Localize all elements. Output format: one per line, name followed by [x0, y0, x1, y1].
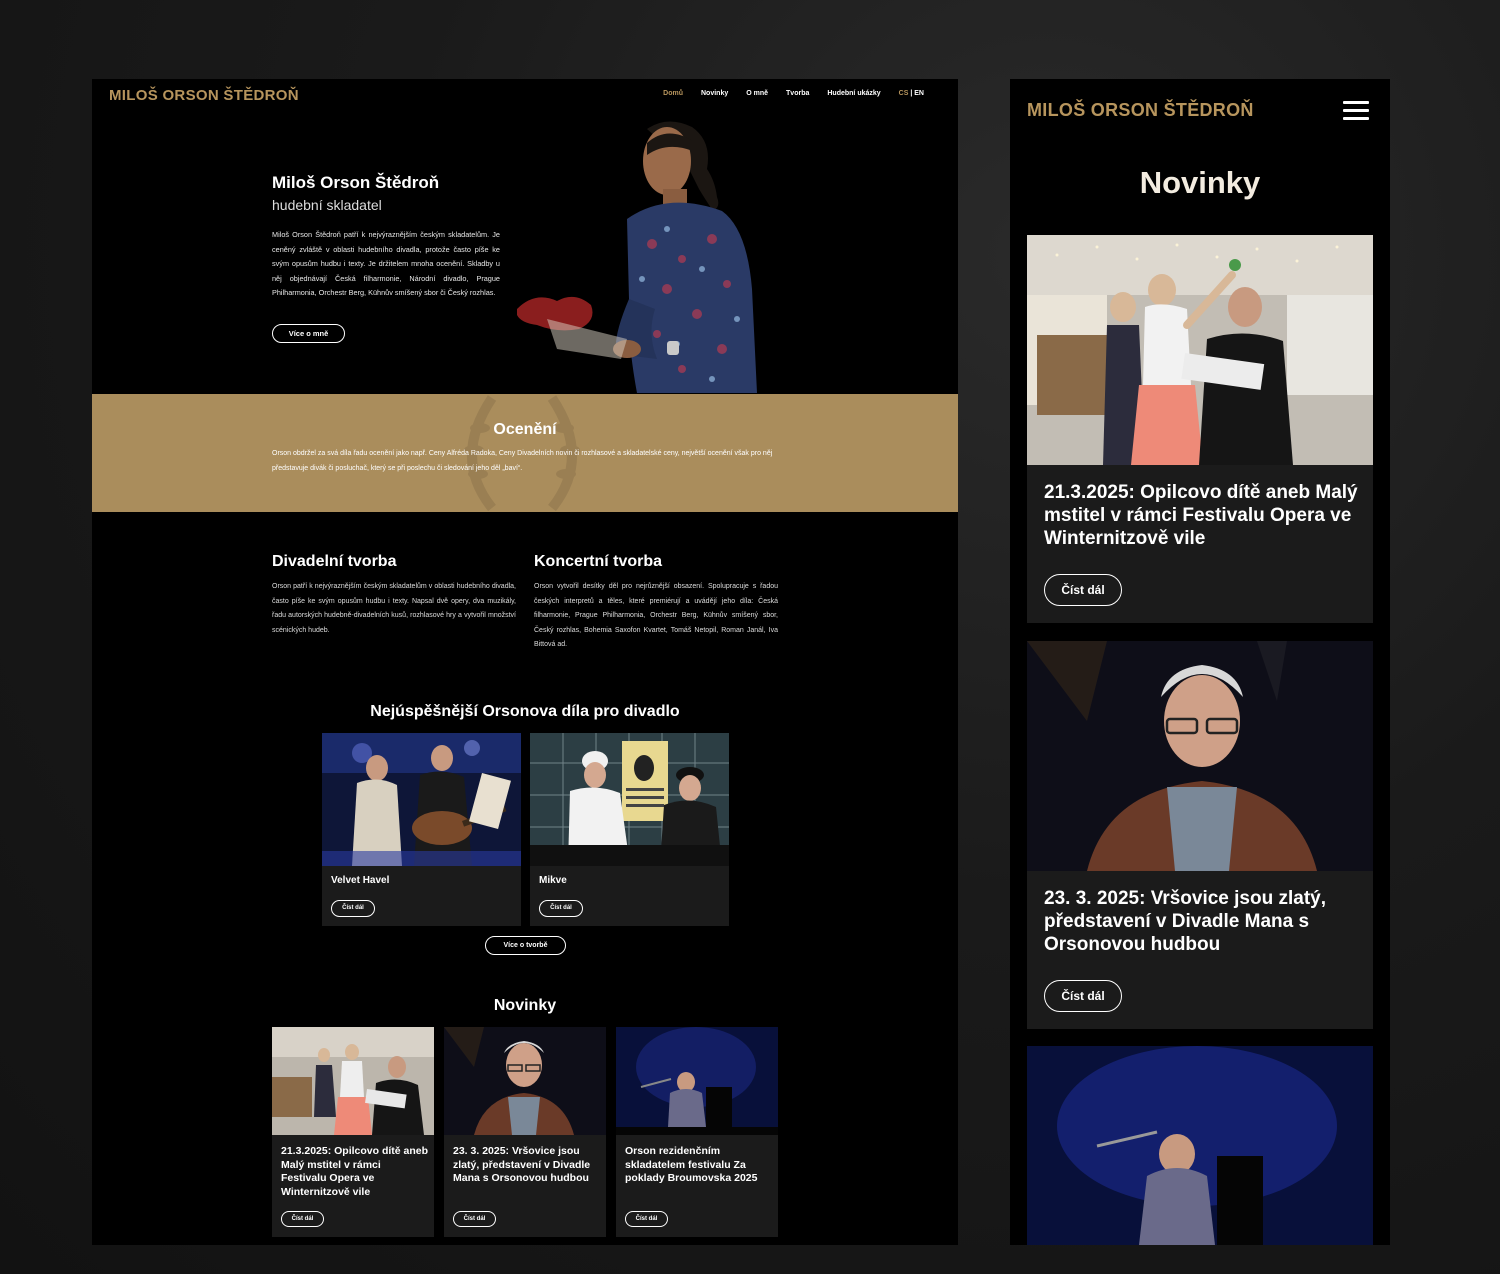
- main-nav: Domů Novinky O mně Tvorba Hudební ukázky…: [663, 90, 924, 97]
- nav-item-works[interactable]: Tvorba: [786, 90, 809, 97]
- nav-item-music-samples[interactable]: Hudební ukázky: [827, 90, 880, 97]
- read-more-button[interactable]: Číst dál: [453, 1211, 496, 1227]
- theatre-work-title: Divadelní tvorba: [272, 553, 397, 570]
- site-logo[interactable]: MILOŠ ORSON ŠTĚDROŇ: [1027, 100, 1254, 121]
- nav-item-about[interactable]: O mně: [746, 90, 768, 97]
- work-image-mikve: [530, 733, 729, 866]
- hero-portrait-image: [517, 119, 787, 393]
- news-card: 21.3.2025: Opilcovo dítě aneb Malý mstit…: [1027, 235, 1373, 623]
- award-text: Orson obdržel za svá díla řadu ocenění j…: [272, 450, 773, 472]
- news-card: 23. 3. 2025: Vršovice jsou zlatý, předst…: [1027, 641, 1373, 1029]
- news-title: 23. 3. 2025: Vršovice jsou zlatý, předst…: [453, 1145, 591, 1184]
- news-image-vrsovice: [444, 1027, 606, 1135]
- lang-cs-link[interactable]: CS: [899, 90, 909, 97]
- news-image-broumovsko: [1027, 1046, 1373, 1245]
- news-card: 21.3.2025: Opilcovo dítě aneb Malý mstit…: [272, 1027, 434, 1237]
- read-more-button[interactable]: Číst dál: [539, 900, 583, 917]
- theatre-work-text: Orson patří k nejvýraznějším českým skla…: [272, 583, 516, 634]
- concert-work-text: Orson vytvořil desítky děl pro nejrůzněj…: [534, 583, 778, 649]
- news-image-festival: [272, 1027, 434, 1135]
- news-title: Orson rezidenčním skladatelem festivalu …: [625, 1145, 758, 1184]
- read-more-button[interactable]: Číst dál: [625, 1211, 668, 1227]
- hero-name: Miloš Orson Štědroň: [272, 173, 440, 192]
- read-more-button[interactable]: Číst dál: [331, 900, 375, 917]
- news-title: 21.3.2025: Opilcovo dítě aneb Malý mstit…: [281, 1145, 429, 1198]
- more-works-button[interactable]: Více o tvorbě: [485, 936, 566, 955]
- read-more-button[interactable]: Číst dál: [281, 1211, 324, 1227]
- work-title: Velvet Havel: [331, 875, 390, 886]
- news-card: Orson rezidenčním skladatelem festivalu …: [616, 1027, 778, 1237]
- read-more-button[interactable]: Číst dál: [1044, 980, 1122, 1012]
- lang-en-link[interactable]: EN: [914, 90, 924, 97]
- read-more-button[interactable]: Číst dál: [1044, 574, 1122, 606]
- award-title: Ocenění: [493, 421, 557, 438]
- mobile-mockup: MILOŠ ORSON ŠTĚDROŇ Novinky 21.3.2025: O…: [1010, 79, 1390, 1245]
- hamburger-icon[interactable]: [1343, 101, 1369, 120]
- news-section-title: Novinky: [493, 997, 557, 1014]
- news-title: 23. 3. 2025: Vršovice jsou zlatý, předst…: [1044, 888, 1326, 955]
- work-card: Mikve Číst dál: [530, 733, 729, 926]
- award-section: Ocenění Orson obdržel za svá díla řadu o…: [92, 394, 958, 512]
- news-card: 23. 3. 2025: Vršovice jsou zlatý, předst…: [444, 1027, 606, 1237]
- works-section-title: Nejúspěšnější Orsonova díla pro divadlo: [370, 703, 680, 720]
- news-image-vrsovice: [1027, 641, 1373, 871]
- language-switcher: CS | EN: [899, 90, 924, 97]
- news-title: 21.3.2025: Opilcovo dítě aneb Malý mstit…: [1044, 482, 1358, 549]
- concert-work-title: Koncertní tvorba: [534, 553, 663, 570]
- work-card: Velvet Havel Číst dál: [322, 733, 521, 926]
- nav-item-news[interactable]: Novinky: [701, 90, 728, 97]
- desktop-mockup: MILOŠ ORSON ŠTĚDROŇ Domů Novinky O mně T…: [92, 79, 958, 1245]
- news-image-festival: [1027, 235, 1373, 465]
- site-logo[interactable]: MILOŠ ORSON ŠTĚDROŇ: [109, 87, 299, 104]
- nav-item-home[interactable]: Domů: [663, 90, 683, 97]
- work-title: Mikve: [539, 875, 567, 886]
- work-image-velvet-havel: [322, 733, 521, 866]
- news-page-title: Novinky: [1139, 165, 1261, 200]
- news-image-broumovsko: [616, 1027, 778, 1135]
- hero-role: hudební skladatel: [272, 197, 382, 213]
- about-me-button[interactable]: Více o mně: [272, 324, 345, 343]
- hero-description: Miloš Orson Štědroň patří k nejvýraznějš…: [272, 230, 500, 298]
